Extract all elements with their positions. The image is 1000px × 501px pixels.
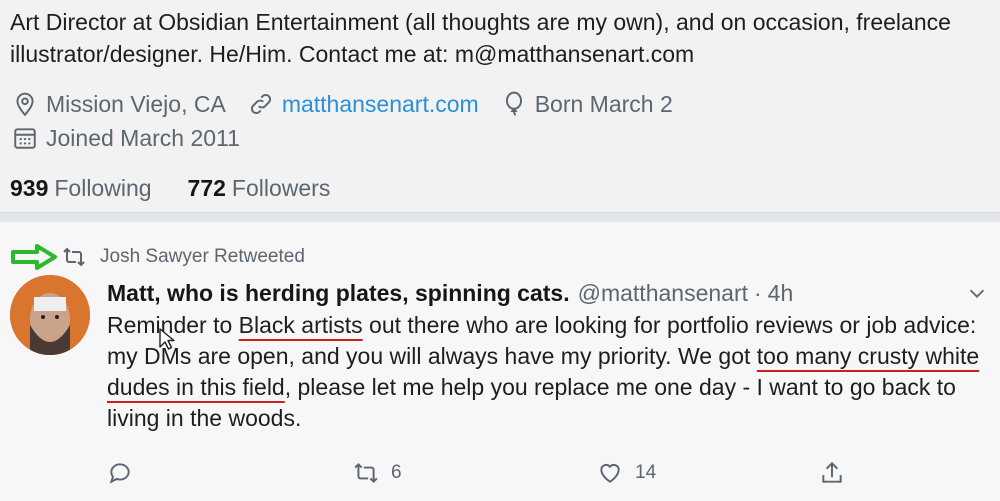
profile-joined-row: Joined March 2011 (12, 122, 262, 154)
author-handle[interactable]: @matthansenart (578, 280, 748, 307)
followers-count: 772 (187, 174, 226, 201)
birthday-text: Born March 2 (534, 90, 673, 117)
retweet-button[interactable]: 6 (353, 460, 402, 486)
avatar[interactable] (10, 275, 90, 355)
tweet-actions: 6 14 (107, 460, 847, 492)
follow-stats: 939 Following 772 Followers (10, 172, 366, 204)
heart-icon (600, 463, 620, 483)
followers-label: Followers (231, 174, 331, 201)
share-icon (822, 461, 842, 483)
retweet-icon (354, 462, 378, 484)
mouse-cursor-icon (159, 328, 175, 350)
retweet-context: Josh Sawyer Retweeted (10, 242, 305, 272)
tweet-text: Reminder to Black artists out there who … (107, 310, 987, 434)
tweet-card[interactable]: Josh Sawyer Retweeted Matt, who is herdi… (0, 222, 1000, 501)
tweet-header: Matt, who is herding plates, spinning ca… (107, 278, 793, 308)
link-icon (250, 93, 271, 115)
location-pin-icon (16, 92, 34, 117)
like-count: 14 (635, 462, 657, 483)
joined-item: Joined March 2011 (12, 125, 240, 152)
avatar-image (10, 275, 90, 355)
tweet-time[interactable]: 4h (768, 280, 794, 307)
following-count: 939 (10, 174, 49, 201)
following-stat[interactable]: 939 Following (10, 175, 152, 202)
profile-bio: Art Director at Obsidian Entertainment (… (10, 9, 951, 67)
retweeted-by-text[interactable]: Josh Sawyer Retweeted (100, 246, 305, 268)
profile-meta-row: Mission Viejo, CA matthansenart.com Born… (12, 88, 695, 120)
location-text: Mission Viejo, CA (46, 90, 226, 117)
retweet-count: 6 (391, 462, 402, 483)
following-label: Following (54, 174, 152, 201)
like-button[interactable]: 14 (597, 460, 656, 486)
retweet-small-icon (63, 247, 85, 267)
location-item: Mission Viejo, CA (12, 91, 226, 118)
reply-icon (109, 463, 130, 484)
chevron-down-icon[interactable] (966, 282, 988, 304)
website-link[interactable]: matthansenart.com (282, 91, 479, 118)
followers-stat[interactable]: 772 Followers (188, 175, 331, 202)
balloon-icon (505, 91, 522, 116)
section-divider (0, 212, 1000, 222)
share-button[interactable] (819, 460, 857, 486)
dot-separator: · (754, 279, 762, 306)
underlined-phrase: Black artists (238, 312, 363, 338)
author-name[interactable]: Matt, who is herding plates, spinning ca… (107, 280, 570, 307)
calendar-icon (14, 128, 36, 149)
reply-button[interactable] (107, 460, 145, 486)
green-arrow-icon (11, 244, 57, 270)
joined-text: Joined March 2011 (46, 124, 240, 151)
birthday-item: Born March 2 (501, 91, 673, 118)
website-item[interactable]: matthansenart.com (248, 91, 479, 118)
